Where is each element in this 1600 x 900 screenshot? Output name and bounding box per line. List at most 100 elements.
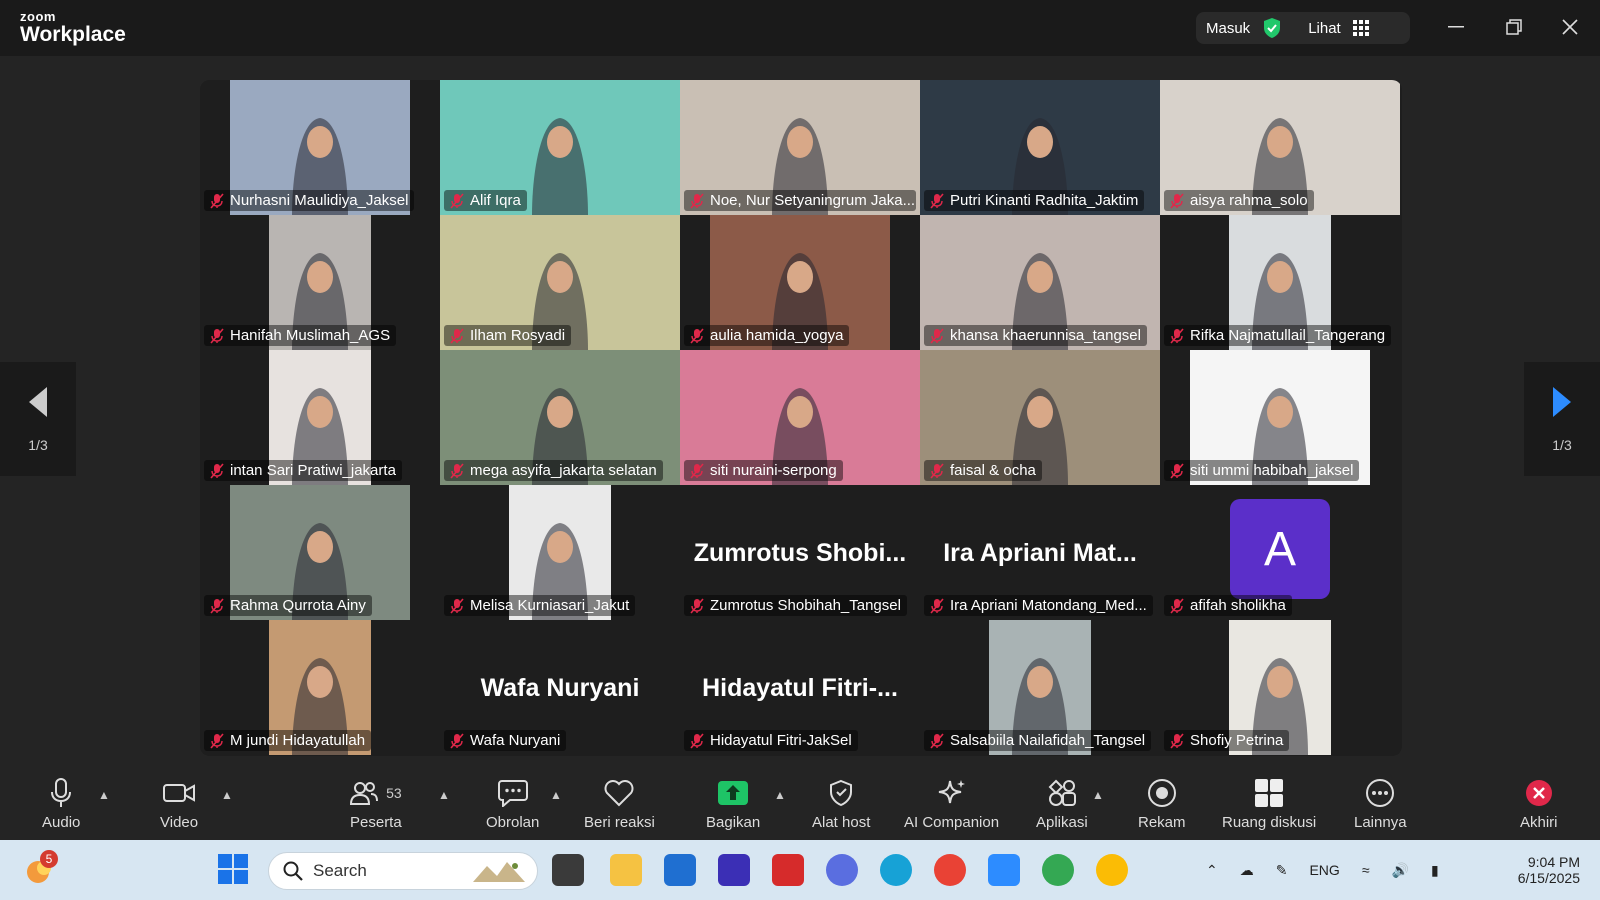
participant-tile[interactable]: Wafa Nuryani Wafa Nuryani [440, 620, 680, 755]
audio-options-chevron-icon[interactable]: ▲ [98, 788, 110, 802]
chevron-left-icon [29, 387, 47, 417]
participants-options-chevron-icon[interactable]: ▲ [438, 788, 450, 802]
system-tray: ⌃ ☁ ✎ ENG ≈ 🔊 ▮ [1206, 840, 1439, 900]
participant-tile[interactable]: aisya rahma_solo [1160, 80, 1400, 215]
close-window-button[interactable] [1550, 10, 1590, 44]
participant-tile[interactable]: Zumrotus Shobi... Zumrotus Shobihah_Tangs… [680, 485, 920, 620]
participant-name-label: Noe, Nur Setyaningrum Jaka... [684, 190, 916, 211]
participant-tile[interactable]: khansa khaerunnisa_tangsel [920, 215, 1160, 350]
taskbar-chrome-2[interactable] [1042, 854, 1074, 886]
host-tools-button[interactable]: Alat host [812, 778, 870, 831]
participant-tile[interactable]: Hanifah Muslimah_AGS [200, 215, 440, 350]
participant-tile[interactable]: Hidayatul Fitri-... Hidayatul Fitri-JakSe… [680, 620, 920, 755]
participant-tile[interactable]: Ira Apriani Mat... Ira Apriani Matondang_… [920, 485, 1160, 620]
audio-button[interactable]: Audio [42, 778, 80, 831]
tray-overflow-chevron-icon[interactable]: ⌃ [1206, 862, 1218, 879]
taskbar-chrome-3[interactable] [1096, 854, 1128, 886]
participant-name-label: siti nuraini-serpong [684, 460, 843, 481]
participant-name: Shofiy Petrina [1190, 732, 1284, 749]
sign-in-button[interactable]: Masuk [1206, 20, 1250, 37]
share-options-chevron-icon[interactable]: ▲ [774, 788, 786, 802]
participant-name-label: Rahma Qurrota Ainy [204, 595, 372, 616]
participant-name: siti ummi habibah_jaksel [1190, 462, 1354, 479]
participant-tile[interactable]: Putri Kinanti Radhita_Jaktim [920, 80, 1160, 215]
participant-tile[interactable]: Salsabiila Nailafidah_Tangsel [920, 620, 1160, 755]
record-button[interactable]: Rekam [1138, 778, 1186, 831]
prev-page-button[interactable]: 1/3 [0, 362, 76, 476]
taskbar-app-shield[interactable] [772, 854, 804, 886]
muted-mic-icon [690, 597, 704, 614]
weather-widget[interactable]: 5 [24, 850, 58, 886]
restore-button[interactable] [1494, 10, 1534, 44]
wifi-icon[interactable]: ≈ [1362, 862, 1370, 878]
participant-tile[interactable]: siti nuraini-serpong [680, 350, 920, 485]
participant-name: mega asyifa_jakarta selatan [470, 462, 657, 479]
title-bar: zoom Workplace Masuk Lihat [0, 0, 1600, 56]
participant-name-label: Hanifah Muslimah_AGS [204, 325, 397, 346]
participant-tile[interactable]: Ilham Rosyadi [440, 215, 680, 350]
participants-button[interactable]: 53 Peserta [350, 778, 402, 831]
participant-tile[interactable]: mega asyifa_jakarta selatan [440, 350, 680, 485]
participant-tile[interactable]: siti ummi habibah_jaksel [1160, 350, 1400, 485]
taskbar-search-box[interactable]: Search [268, 852, 538, 890]
participant-tile[interactable]: Aafifah sholikha [1160, 485, 1400, 620]
taskbar-store[interactable] [664, 854, 696, 886]
participant-name-label: aulia hamida_yogya [684, 325, 850, 346]
participant-tile[interactable]: Alif Iqra [440, 80, 680, 215]
participant-tile[interactable]: Nurhasni Maulidiya_Jaksel [200, 80, 440, 215]
more-button[interactable]: Lainnya [1354, 778, 1407, 831]
battery-icon[interactable]: ▮ [1431, 862, 1439, 879]
next-page-button[interactable]: 1/3 [1524, 362, 1600, 476]
react-button[interactable]: Beri reaksi [584, 778, 655, 831]
video-options-chevron-icon[interactable]: ▲ [221, 788, 233, 802]
participant-tile[interactable]: aulia hamida_yogya [680, 215, 920, 350]
participant-tile[interactable]: Rahma Qurrota Ainy [200, 485, 440, 620]
host-shield-icon [830, 779, 853, 807]
taskbar-zoom[interactable] [988, 854, 1020, 886]
weather-badge: 5 [40, 850, 58, 868]
participant-tile[interactable]: Melisa Kurniasari_Jakut [440, 485, 680, 620]
chat-label: Obrolan [486, 814, 540, 831]
ai-companion-button[interactable]: AI Companion [904, 778, 999, 831]
taskbar-chrome-1[interactable] [934, 854, 966, 886]
taskbar-task-view[interactable] [552, 854, 584, 886]
minimize-button[interactable] [1436, 10, 1476, 44]
chat-icon [497, 780, 528, 807]
grid-view-icon[interactable] [1352, 20, 1369, 36]
start-button[interactable] [218, 854, 248, 889]
taskbar-app-purple[interactable] [718, 854, 750, 886]
chat-button[interactable]: Obrolan [486, 778, 539, 831]
taskbar-file-explorer[interactable] [610, 854, 642, 886]
taskbar-edge[interactable] [880, 854, 912, 886]
muted-mic-icon [450, 732, 464, 749]
chat-options-chevron-icon[interactable]: ▲ [550, 788, 562, 802]
record-icon [1147, 779, 1176, 807]
video-label: Video [160, 814, 199, 831]
security-shield-icon[interactable] [1262, 17, 1282, 39]
clock[interactable]: 9:04 PM 6/15/2025 [1500, 840, 1580, 900]
os-taskbar: 5 Search ⌃ ☁ ✎ ENG ≈ 🔊 ▮ 9:04 PM 6/15/20… [0, 840, 1600, 900]
participant-tile[interactable]: Rifka Najmatullail_Tangerang [1160, 215, 1400, 350]
share-button[interactable]: Bagikan [706, 778, 760, 831]
view-button[interactable]: Lihat [1308, 20, 1341, 37]
pen-icon[interactable]: ✎ [1276, 862, 1288, 879]
participant-name-label: aisya rahma_solo [1164, 190, 1314, 211]
volume-icon[interactable]: 🔊 [1392, 862, 1409, 879]
apps-button[interactable]: Aplikasi [1036, 778, 1088, 831]
cloud-icon[interactable]: ☁ [1240, 862, 1254, 879]
muted-mic-icon [1170, 597, 1184, 614]
breakout-rooms-icon [1255, 779, 1284, 807]
participant-name-label: Rifka Najmatullail_Tangerang [1164, 325, 1392, 346]
participant-tile[interactable]: M jundi Hidayatullah [200, 620, 440, 755]
end-meeting-button[interactable]: Akhiri [1520, 778, 1558, 831]
taskbar-copilot[interactable] [826, 854, 858, 886]
participant-tile[interactable]: Shofiy Petrina [1160, 620, 1400, 755]
breakout-rooms-button[interactable]: Ruang diskusi [1222, 778, 1316, 831]
apps-options-chevron-icon[interactable]: ▲ [1092, 788, 1104, 802]
video-button[interactable]: Video [160, 778, 198, 831]
language-indicator[interactable]: ENG [1309, 862, 1339, 878]
participant-tile[interactable]: Noe, Nur Setyaningrum Jaka... [680, 80, 920, 215]
gallery-view: Nurhasni Maulidiya_Jaksel Alif Iqra Noe, N… [200, 80, 1402, 756]
participant-tile[interactable]: intan Sari Pratiwi_jakarta [200, 350, 440, 485]
participant-tile[interactable]: faisal & ocha [920, 350, 1160, 485]
